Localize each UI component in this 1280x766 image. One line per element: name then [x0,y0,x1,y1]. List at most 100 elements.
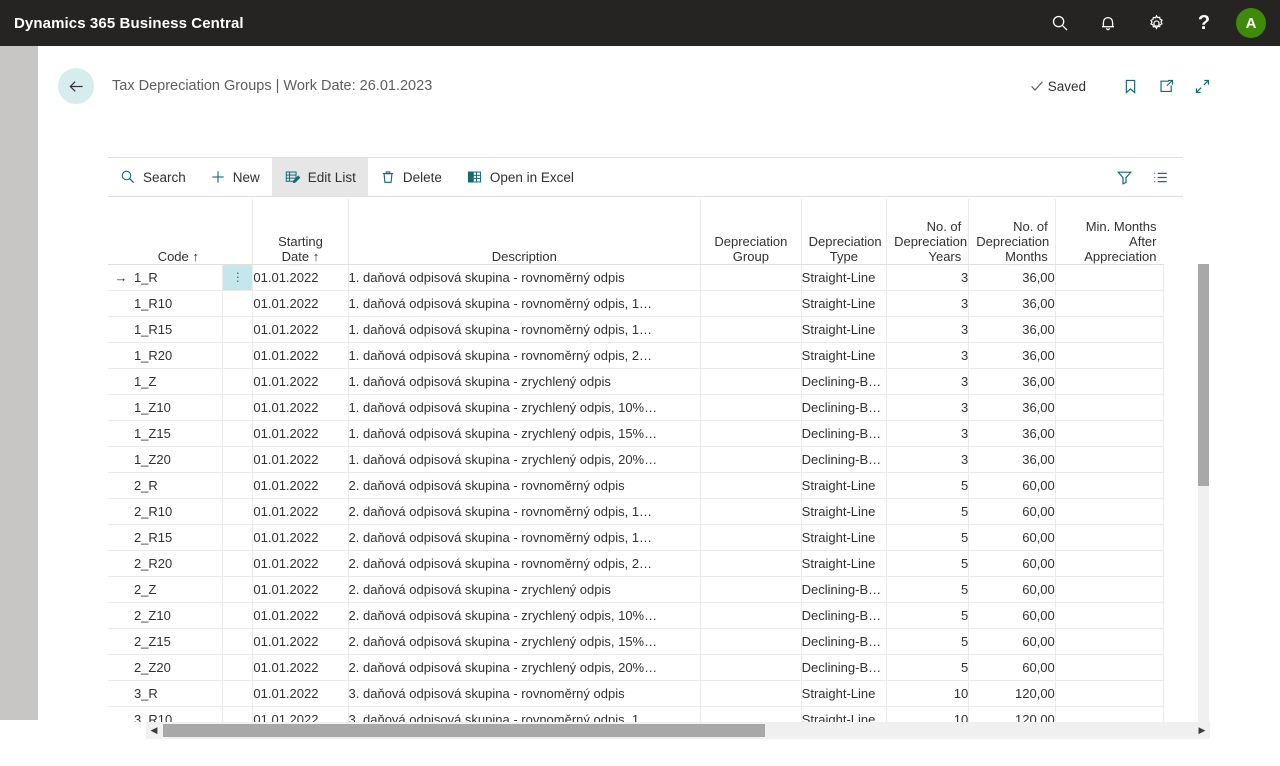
cell-min-months-after-appreciation[interactable] [1055,290,1165,317]
cell-depreciation-group[interactable] [700,446,802,473]
filter-funnel-icon[interactable] [1109,162,1139,192]
cell-code[interactable]: 2_R20 [133,550,224,577]
cell-depreciation-group[interactable] [700,342,802,369]
cell-depreciation-group[interactable] [700,550,802,577]
table-row[interactable]: 1_Z 01.01.2022 1. daňová odpisová skupina … [108,368,1165,395]
cell-starting-date[interactable]: 01.01.2022 [252,602,349,629]
cell-code[interactable]: 2_Z15 [133,628,224,655]
cell-depreciation-years[interactable]: 5 [886,524,970,551]
scroll-right-arrow-icon[interactable]: ▶ [1194,722,1210,739]
column-header-code[interactable]: Code ↑ [133,199,223,265]
cell-depreciation-type[interactable]: Straight-Line [801,290,888,317]
column-header-min-months-after-appreciation[interactable]: Min. Months After Appreciation [1054,199,1164,265]
cell-code[interactable]: 1_Z15 [133,420,224,447]
toolbar-new-button[interactable]: New [198,158,272,196]
column-header-starting-date[interactable]: Starting Date ↑ [252,199,349,265]
table-row[interactable]: 1_R20 01.01.2022 1. daňová odpisová skupin… [108,342,1165,369]
cell-min-months-after-appreciation[interactable] [1055,264,1165,291]
cell-depreciation-type[interactable]: Straight-Line [801,550,888,577]
cell-depreciation-months[interactable]: 60,00 [968,524,1056,551]
search-icon[interactable] [1036,0,1084,46]
cell-code[interactable]: 1_Z20 [133,446,224,473]
cell-depreciation-group[interactable] [700,368,802,395]
back-button[interactable] [58,68,94,104]
cell-depreciation-months[interactable]: 60,00 [968,628,1056,655]
cell-depreciation-months[interactable]: 60,00 [968,550,1056,577]
cell-depreciation-years[interactable]: 3 [886,264,970,291]
vertical-scrollbar-thumb[interactable] [1198,264,1209,486]
cell-depreciation-months[interactable]: 36,00 [968,316,1056,343]
cell-min-months-after-appreciation[interactable] [1055,550,1165,577]
cell-min-months-after-appreciation[interactable] [1055,472,1165,499]
cell-code[interactable]: 2_R [133,472,224,499]
cell-starting-date[interactable]: 01.01.2022 [252,368,349,395]
cell-description[interactable]: 2. daňová odpisová skupina - rovnoměrný … [348,472,702,499]
cell-depreciation-years[interactable]: 3 [886,290,970,317]
table-row[interactable]: 2_R 01.01.2022 2. daňová odpisová skupina … [108,472,1165,499]
cell-min-months-after-appreciation[interactable] [1055,602,1165,629]
cell-depreciation-years[interactable]: 3 [886,316,970,343]
cell-depreciation-type[interactable]: Straight-Line [801,264,888,291]
open-in-new-window-icon[interactable] [1150,70,1182,102]
cell-description[interactable]: 2. daňová odpisová skupina - zrychlený o… [348,602,702,629]
row-menu-icon[interactable] [222,368,254,395]
table-row[interactable]: 2_Z15 01.01.2022 2. daňová odpisová skupin… [108,628,1165,655]
cell-description[interactable]: 2. daňová odpisová skupina - rovnoměrný … [348,524,702,551]
row-menu-icon[interactable] [222,316,254,343]
cell-description[interactable]: 1. daňová odpisová skupina - zrychlený o… [348,420,702,447]
settings-gear-icon[interactable] [1132,0,1180,46]
cell-starting-date[interactable]: 01.01.2022 [252,290,349,317]
table-row[interactable]: 2_R15 01.01.2022 2. daňová odpisová skupin… [108,524,1165,551]
cell-depreciation-years[interactable]: 5 [886,472,970,499]
cell-depreciation-type[interactable]: Declining-B… [801,420,888,447]
cell-depreciation-type[interactable]: Declining-B… [801,654,888,681]
cell-code[interactable]: 1_Z [133,368,224,395]
cell-code[interactable]: 1_R20 [133,342,224,369]
cell-depreciation-type[interactable]: Straight-Line [801,680,888,707]
column-header-depreciation-months[interactable]: No. of Depreciation Months [968,199,1056,265]
cell-depreciation-group[interactable] [700,680,802,707]
cell-starting-date[interactable]: 01.01.2022 [252,394,349,421]
row-menu-icon[interactable] [222,602,254,629]
cell-description[interactable]: 1. daňová odpisová skupina - rovnoměrný … [348,342,702,369]
cell-depreciation-group[interactable] [700,654,802,681]
cell-description[interactable]: 2. daňová odpisová skupina - rovnoměrný … [348,498,702,525]
cell-depreciation-group[interactable] [700,264,802,291]
cell-starting-date[interactable]: 01.01.2022 [252,550,349,577]
list-view-icon[interactable] [1145,162,1175,192]
cell-depreciation-months[interactable]: 60,00 [968,602,1056,629]
cell-starting-date[interactable]: 01.01.2022 [252,498,349,525]
toolbar-open-in-excel-button[interactable]: Open in Excel [454,158,586,196]
table-row[interactable]: 1_R15 01.01.2022 1. daňová odpisová skupin… [108,316,1165,343]
cell-min-months-after-appreciation[interactable] [1055,368,1165,395]
cell-depreciation-years[interactable]: 3 [886,420,970,447]
cell-depreciation-group[interactable] [700,498,802,525]
cell-code[interactable]: 2_Z20 [133,654,224,681]
cell-description[interactable]: 3. daňová odpisová skupina - rovnoměrný … [348,680,702,707]
cell-code[interactable]: 1_R10 [133,290,224,317]
cell-min-months-after-appreciation[interactable] [1055,498,1165,525]
table-row[interactable]: 2_Z10 01.01.2022 2. daňová odpisová skupin… [108,602,1165,629]
row-menu-icon[interactable] [222,290,254,317]
cell-description[interactable]: 2. daňová odpisová skupina - rovnoměrný … [348,550,702,577]
table-row[interactable]: 2_R10 01.01.2022 2. daňová odpisová skupin… [108,498,1165,525]
column-header-depreciation-group[interactable]: Depreciation Group [700,199,802,265]
cell-depreciation-years[interactable]: 3 [886,342,970,369]
cell-depreciation-months[interactable]: 36,00 [968,290,1056,317]
cell-code[interactable]: 2_Z10 [133,602,224,629]
cell-min-months-after-appreciation[interactable] [1055,524,1165,551]
cell-depreciation-years[interactable]: 5 [886,498,970,525]
table-row[interactable]: 1_R10 01.01.2022 1. daňová odpisová skupin… [108,290,1165,317]
cell-depreciation-type[interactable]: Straight-Line [801,524,888,551]
cell-depreciation-months[interactable]: 36,00 [968,368,1056,395]
row-menu-icon[interactable] [222,472,254,499]
cell-code[interactable]: 1_R [133,264,224,291]
cell-depreciation-type[interactable]: Declining-B… [801,576,888,603]
cell-depreciation-months[interactable]: 60,00 [968,576,1056,603]
cell-depreciation-years[interactable]: 10 [886,680,970,707]
cell-description[interactable]: 1. daňová odpisová skupina - zrychlený o… [348,446,702,473]
cell-depreciation-group[interactable] [700,602,802,629]
cell-code[interactable]: 1_R15 [133,316,224,343]
collapse-icon[interactable] [1186,70,1218,102]
cell-description[interactable]: 1. daňová odpisová skupina - rovnoměrný … [348,290,702,317]
